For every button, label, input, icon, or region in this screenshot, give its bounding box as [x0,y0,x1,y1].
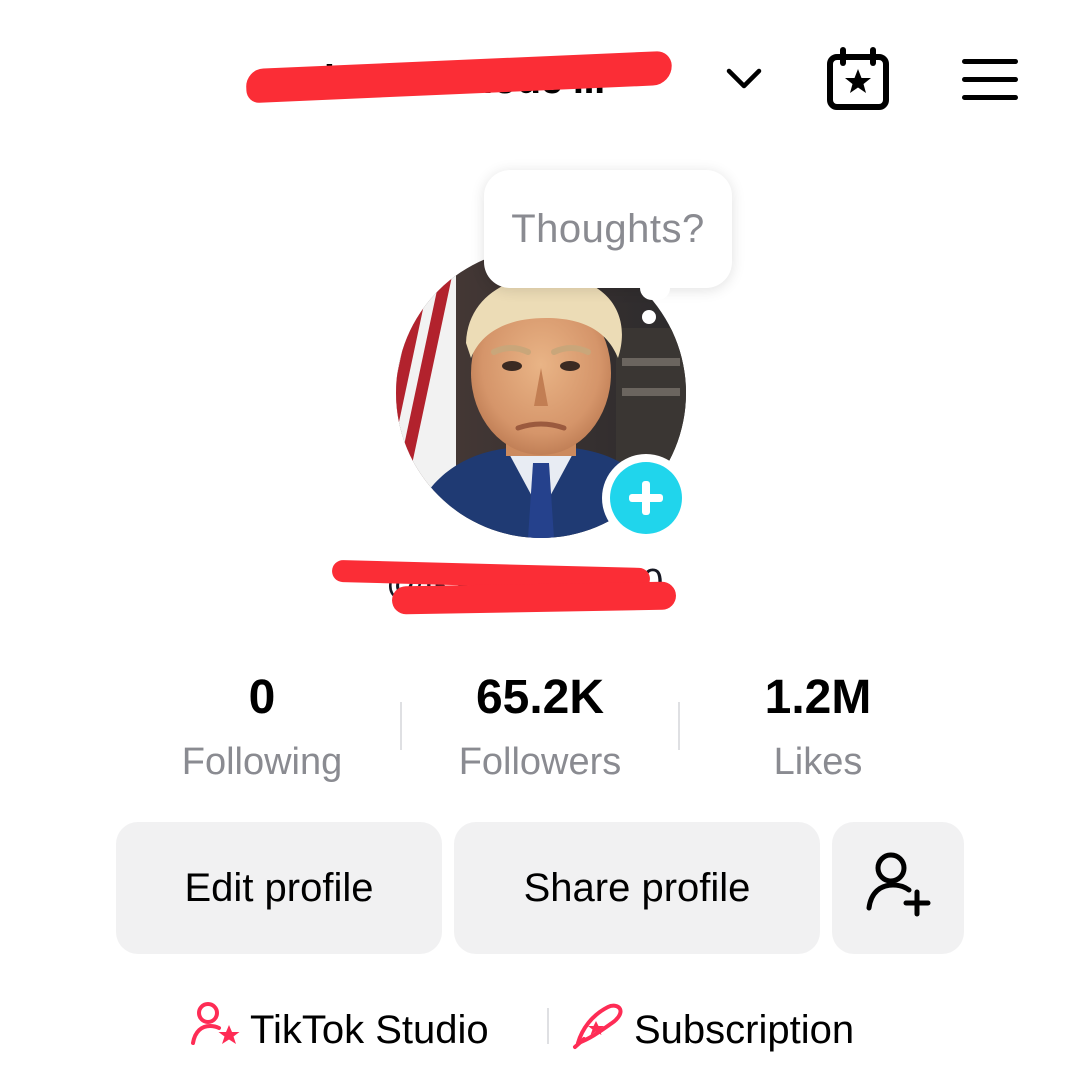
edit-profile-button[interactable]: Edit profile [116,822,442,954]
stat-following[interactable]: 0 Following [142,668,382,792]
note-bubble-tail [640,282,670,300]
edit-profile-label: Edit profile [184,865,374,910]
creator-studio-icon [190,999,242,1061]
profile-links: TikTok Studio Subscription [0,996,1080,1064]
stat-label: Followers [458,741,622,783]
stat-label: Likes [773,741,863,783]
note-bubble-dot [642,310,656,324]
subscription-link[interactable]: Subscription [572,996,854,1064]
stat-value: 1.2M [764,671,872,724]
add-friend-button[interactable] [832,822,964,954]
calendar-star-icon[interactable] [822,44,894,116]
tiktok-studio-label: TikTok Studio [250,1007,489,1052]
note-bubble-text: Thoughts? [511,206,705,251]
note-bubble[interactable]: Thoughts? [484,170,732,288]
hamburger-menu-icon[interactable] [954,48,1026,112]
add-friend-icon [863,848,933,928]
link-divider [547,1008,549,1044]
redaction-mark [391,581,677,615]
stat-likes[interactable]: 1.2M Likes [698,668,938,792]
subscription-icon [572,999,626,1061]
share-profile-button[interactable]: Share profile [454,822,820,954]
stat-divider [400,702,402,750]
chevron-down-icon[interactable] [724,64,764,94]
share-profile-label: Share profile [523,865,751,910]
stat-value: 0 [248,671,276,724]
plus-icon [610,462,682,534]
add-story-button[interactable] [602,454,690,542]
stat-followers[interactable]: 65.2K Followers [420,668,660,792]
subscription-label: Subscription [634,1007,855,1052]
tiktok-studio-link[interactable]: TikTok Studio [190,996,489,1064]
stat-label: Following [181,741,343,783]
stat-divider [678,702,680,750]
stat-value: 65.2K [475,671,605,724]
